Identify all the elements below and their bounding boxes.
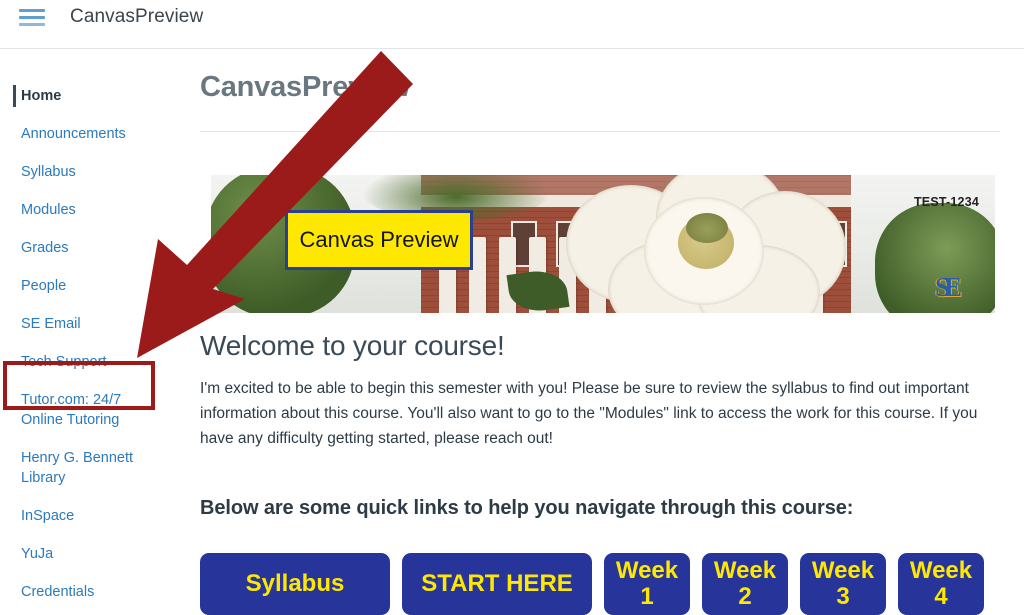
canvas-course-home-page: CanvasPreview Home Announcements Syllabu… xyxy=(0,0,1024,615)
welcome-paragraph: I'm excited to be able to begin this sem… xyxy=(200,380,978,447)
quick-link-button-week-4[interactable]: Week 4 xyxy=(898,553,984,615)
hamburger-bar xyxy=(19,9,45,12)
sidebar-item-yuja[interactable]: YuJa xyxy=(0,535,176,573)
course-navigation-sidebar: Home Announcements Syllabus Modules Grad… xyxy=(0,49,176,600)
course-code-label: TEST-1234 xyxy=(913,195,979,209)
sidebar-item-people[interactable]: People xyxy=(0,267,176,305)
sidebar-item-inspace[interactable]: InSpace xyxy=(0,497,176,535)
sidebar-item-modules[interactable]: Modules xyxy=(0,191,176,229)
page-title-divider xyxy=(200,131,1000,132)
course-nav-list: Home Announcements Syllabus Modules Grad… xyxy=(0,77,176,611)
main-content: CanvasPreview TEST-1234 SE Canvas Previe… xyxy=(176,49,1024,615)
sidebar-item-henry-g-bennett-library[interactable]: Henry G. Bennett Library xyxy=(0,439,176,497)
hamburger-bar xyxy=(19,16,45,19)
flower-stamen xyxy=(686,213,728,243)
sidebar-item-home[interactable]: Home xyxy=(0,77,176,115)
quick-link-button-week-1[interactable]: Week 1 xyxy=(604,553,690,615)
hamburger-menu-icon[interactable] xyxy=(19,7,45,30)
top-bar: CanvasPreview xyxy=(0,0,1024,48)
app-title: CanvasPreview xyxy=(70,6,204,27)
page-title: CanvasPreview xyxy=(200,71,411,103)
se-university-logo: SE xyxy=(935,272,962,302)
sidebar-item-announcements[interactable]: Announcements xyxy=(0,115,176,153)
sidebar-item-tutor-com[interactable]: Tutor.com: 24/7 Online Tutoring xyxy=(0,381,176,439)
quick-link-button-week-2[interactable]: Week 2 xyxy=(702,553,788,615)
course-banner-image: TEST-1234 SE Canvas Preview xyxy=(211,175,995,313)
canvas-preview-badge-label: Canvas Preview xyxy=(299,227,459,252)
quick-link-button-syllabus[interactable]: Syllabus xyxy=(200,553,390,615)
sidebar-item-grades[interactable]: Grades xyxy=(0,229,176,267)
welcome-heading: Welcome to your course! xyxy=(200,330,505,361)
hamburger-bar xyxy=(19,23,45,26)
sidebar-item-syllabus[interactable]: Syllabus xyxy=(0,153,176,191)
banner-magnolia-flower xyxy=(556,175,856,313)
sidebar-item-tech-support[interactable]: Tech Support xyxy=(0,343,176,381)
canvas-preview-badge: Canvas Preview xyxy=(285,210,473,270)
quick-links-heading: Below are some quick links to help you n… xyxy=(200,497,854,519)
quick-link-button-start-here[interactable]: START HERE xyxy=(402,553,592,615)
sidebar-item-credentials[interactable]: Credentials xyxy=(0,573,176,611)
sidebar-item-se-email[interactable]: SE Email xyxy=(0,305,176,343)
quick-link-button-week-3[interactable]: Week 3 xyxy=(800,553,886,615)
quick-links-button-row: Syllabus START HERE Week 1 Week 2 Week 3… xyxy=(200,553,984,615)
